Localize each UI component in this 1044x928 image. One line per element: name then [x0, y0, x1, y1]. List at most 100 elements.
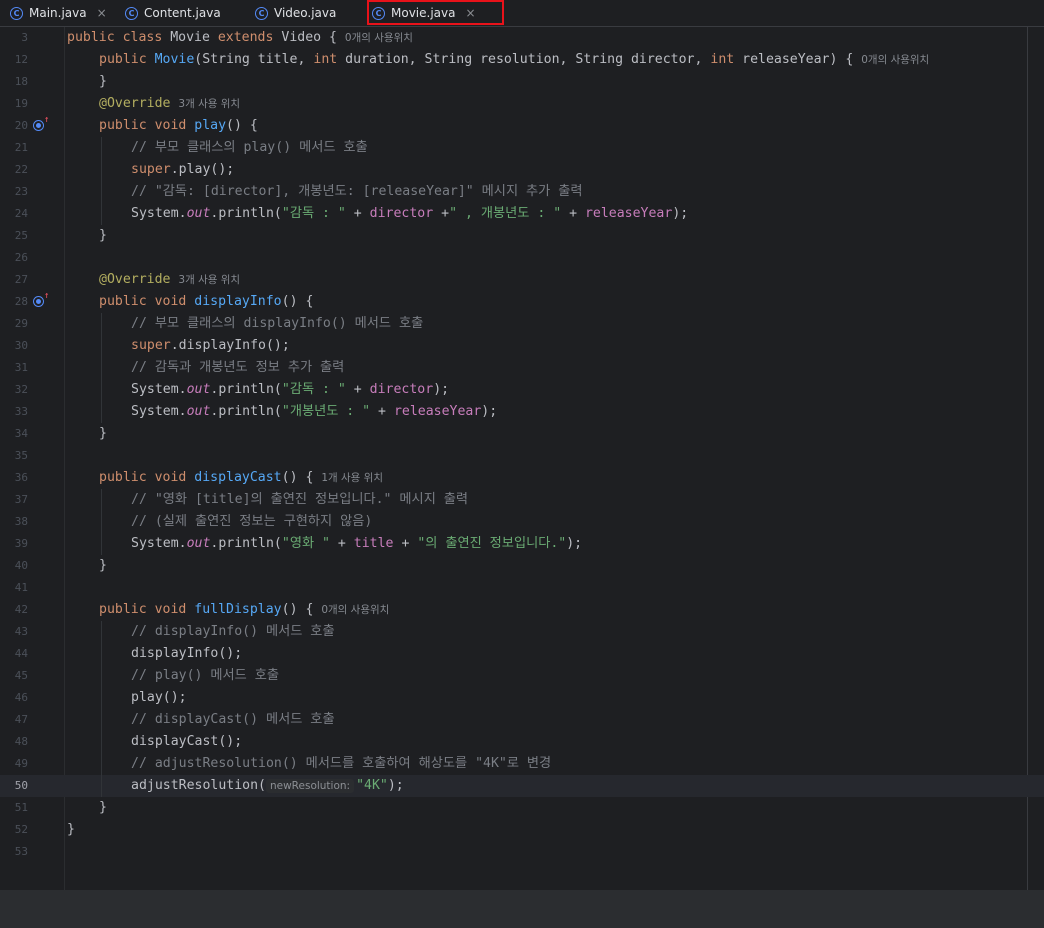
code-line[interactable]: 29 // 부모 클래스의 displayInfo() 메서드 호출: [0, 313, 1044, 335]
code-text[interactable]: // "영화 [title]의 출연진 정보입니다." 메시지 출력: [131, 489, 468, 511]
code-line[interactable]: 36 public void displayCast() { 1개 사용 위치: [0, 467, 1044, 489]
line-number[interactable]: 45: [0, 665, 28, 687]
code-text[interactable]: @Override 3개 사용 위치: [99, 93, 240, 115]
code-text[interactable]: super.play();: [131, 159, 234, 181]
code-text[interactable]: public class Movie extends Video { 0개의 사…: [67, 27, 413, 49]
code-line[interactable]: 22 super.play();: [0, 159, 1044, 181]
close-tab-icon[interactable]: ×: [97, 6, 107, 20]
line-number[interactable]: 26: [0, 247, 28, 269]
code-text[interactable]: System.out.println("감독 : " + director +"…: [131, 203, 688, 225]
code-line[interactable]: 43 // displayInfo() 메서드 호출: [0, 621, 1044, 643]
code-line[interactable]: 50 adjustResolution(newResolution: "4K");: [0, 775, 1044, 797]
code-text[interactable]: }: [99, 71, 107, 93]
line-number[interactable]: 21: [0, 137, 28, 159]
code-line[interactable]: 39 System.out.println("영화 " + title + "의 …: [0, 533, 1044, 555]
code-text[interactable]: public void displayCast() { 1개 사용 위치: [99, 467, 383, 489]
code-text[interactable]: // (실제 출연진 정보는 구현하지 않음): [131, 511, 372, 533]
code-line[interactable]: 18}: [0, 71, 1044, 93]
code-editor[interactable]: 3 public class Movie extends Video { 0개의 …: [0, 27, 1044, 890]
code-line[interactable]: 44 displayInfo();: [0, 643, 1044, 665]
line-number[interactable]: 28: [0, 291, 28, 313]
line-number[interactable]: 53: [0, 841, 28, 863]
code-text[interactable]: displayInfo();: [131, 643, 242, 665]
line-number[interactable]: 27: [0, 269, 28, 291]
code-line[interactable]: 20 ↑ public void play() {: [0, 115, 1044, 137]
code-text[interactable]: }: [99, 225, 107, 247]
code-text[interactable]: // play() 메서드 호출: [131, 665, 279, 687]
code-line[interactable]: 28 ↑ public void displayInfo() {: [0, 291, 1044, 313]
code-text[interactable]: // 부모 클래스의 play() 메서드 호출: [131, 137, 368, 159]
code-line[interactable]: 46 play();: [0, 687, 1044, 709]
line-number[interactable]: 32: [0, 379, 28, 401]
code-line[interactable]: 23 // "감독: [director], 개봉년도: [releaseYear…: [0, 181, 1044, 203]
code-line[interactable]: 40}: [0, 555, 1044, 577]
code-line[interactable]: 49 // adjustResolution() 메서드를 호출하여 해상도를 "…: [0, 753, 1044, 775]
line-number[interactable]: 46: [0, 687, 28, 709]
code-text[interactable]: @Override 3개 사용 위치: [99, 269, 240, 291]
code-line[interactable]: 37 // "영화 [title]의 출연진 정보입니다." 메시지 출력: [0, 489, 1044, 511]
code-line[interactable]: 21 // 부모 클래스의 play() 메서드 호출: [0, 137, 1044, 159]
line-number[interactable]: 12: [0, 49, 28, 71]
code-line[interactable]: 51}: [0, 797, 1044, 819]
code-text[interactable]: public void fullDisplay() { 0개의 사용위치: [99, 599, 389, 621]
line-number[interactable]: 36: [0, 467, 28, 489]
code-line[interactable]: 3 public class Movie extends Video { 0개의 …: [0, 27, 1044, 49]
line-number[interactable]: 37: [0, 489, 28, 511]
code-text[interactable]: play();: [131, 687, 187, 709]
code-line[interactable]: 47 // displayCast() 메서드 호출: [0, 709, 1044, 731]
code-text[interactable]: // displayInfo() 메서드 호출: [131, 621, 335, 643]
code-text[interactable]: // adjustResolution() 메서드를 호출하여 해상도를 "4K…: [131, 753, 551, 775]
code-line[interactable]: 35: [0, 445, 1044, 467]
code-text[interactable]: }: [99, 797, 107, 819]
code-text[interactable]: }: [67, 819, 75, 841]
code-line[interactable]: 27 @Override 3개 사용 위치: [0, 269, 1044, 291]
code-line[interactable]: 42 public void fullDisplay() { 0개의 사용위치: [0, 599, 1044, 621]
code-line[interactable]: 48 displayCast();: [0, 731, 1044, 753]
code-text[interactable]: }: [99, 423, 107, 445]
code-line[interactable]: 32 System.out.println("감독 : " + director)…: [0, 379, 1044, 401]
line-number[interactable]: 33: [0, 401, 28, 423]
line-number[interactable]: 50: [0, 775, 28, 797]
code-text[interactable]: public Movie(String title, int duration,…: [99, 49, 929, 71]
line-number[interactable]: 20: [0, 115, 28, 137]
code-line[interactable]: 45 // play() 메서드 호출: [0, 665, 1044, 687]
line-number[interactable]: 22: [0, 159, 28, 181]
override-icon[interactable]: [33, 296, 44, 307]
line-number[interactable]: 34: [0, 423, 28, 445]
code-text[interactable]: public void displayInfo() {: [99, 291, 313, 313]
line-number[interactable]: 47: [0, 709, 28, 731]
line-number[interactable]: 30: [0, 335, 28, 357]
code-text[interactable]: super.displayInfo();: [131, 335, 290, 357]
code-text[interactable]: // 감독과 개봉년도 정보 추가 출력: [131, 357, 344, 379]
code-text[interactable]: // displayCast() 메서드 호출: [131, 709, 335, 731]
code-line[interactable]: 30 super.displayInfo();: [0, 335, 1044, 357]
code-text[interactable]: displayCast();: [131, 731, 242, 753]
code-text[interactable]: public void play() {: [99, 115, 258, 137]
line-number[interactable]: 25: [0, 225, 28, 247]
line-number[interactable]: 48: [0, 731, 28, 753]
code-line[interactable]: 12 public Movie(String title, int duratio…: [0, 49, 1044, 71]
code-text[interactable]: adjustResolution(newResolution: "4K");: [131, 775, 404, 797]
code-line[interactable]: 31 // 감독과 개봉년도 정보 추가 출력: [0, 357, 1044, 379]
override-icon[interactable]: [33, 120, 44, 131]
line-number[interactable]: 18: [0, 71, 28, 93]
code-text[interactable]: System.out.println("개봉년도 : " + releaseYe…: [131, 401, 497, 423]
line-number[interactable]: 38: [0, 511, 28, 533]
line-number[interactable]: 40: [0, 555, 28, 577]
line-number[interactable]: 43: [0, 621, 28, 643]
line-number[interactable]: 52: [0, 819, 28, 841]
code-text[interactable]: // 부모 클래스의 displayInfo() 메서드 호출: [131, 313, 423, 335]
code-text[interactable]: System.out.println("영화 " + title + "의 출연…: [131, 533, 582, 555]
code-line[interactable]: 38 // (실제 출연진 정보는 구현하지 않음): [0, 511, 1044, 533]
line-number[interactable]: 39: [0, 533, 28, 555]
code-line[interactable]: 41: [0, 577, 1044, 599]
line-number[interactable]: 35: [0, 445, 28, 467]
tab-content-java[interactable]: C Content.java: [125, 0, 221, 26]
code-text[interactable]: }: [99, 555, 107, 577]
line-number[interactable]: 31: [0, 357, 28, 379]
code-text[interactable]: // "감독: [director], 개봉년도: [releaseYear]"…: [131, 181, 583, 203]
line-number[interactable]: 24: [0, 203, 28, 225]
code-line[interactable]: 19 @Override 3개 사용 위치: [0, 93, 1044, 115]
code-text[interactable]: System.out.println("감독 : " + director);: [131, 379, 449, 401]
line-number[interactable]: 19: [0, 93, 28, 115]
